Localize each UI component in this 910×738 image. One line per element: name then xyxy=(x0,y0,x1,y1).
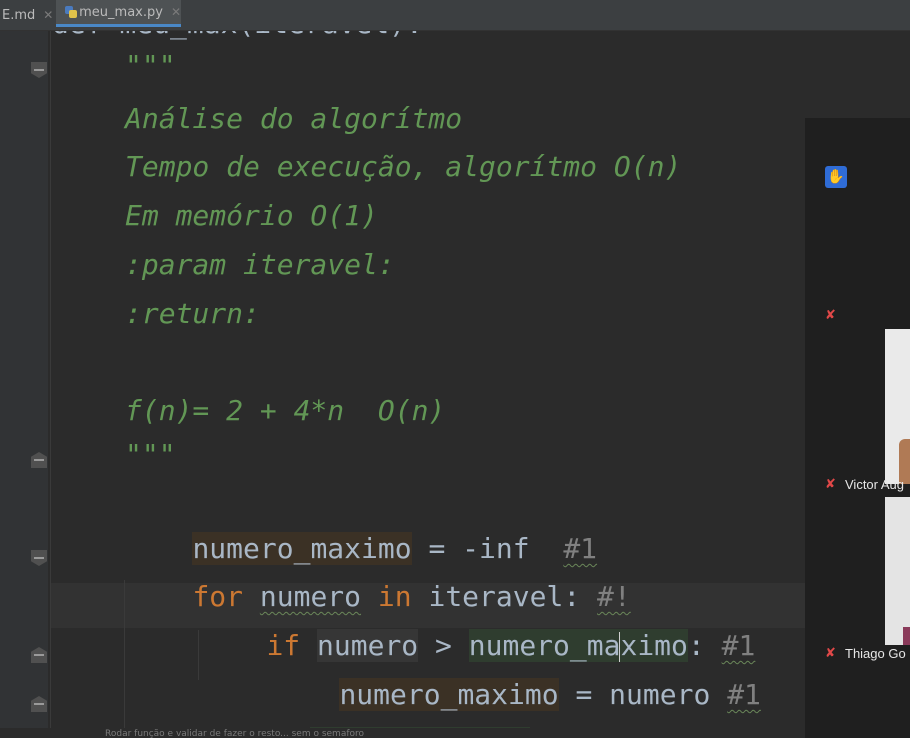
code-line-return[interactable]: return numero_maximo #1 xyxy=(125,684,580,738)
bottom-hint: Rodar função e validar de fazer o resto.… xyxy=(0,728,805,738)
code-line-for[interactable]: for numero in iteravel: #! xyxy=(125,537,630,613)
doc-line[interactable]: Em memório O(1) xyxy=(125,196,378,236)
comment-token: #1 xyxy=(727,678,761,711)
participant-name: Thiago Go xyxy=(845,646,906,661)
doc-line[interactable]: f(n)= 2 + 4*n O(n) xyxy=(125,391,445,431)
code-line-assign[interactable]: numero_maximo = -inf #1 xyxy=(125,489,597,565)
doc-line[interactable]: :param iteravel: xyxy=(125,245,395,285)
tab-bar: E.md ✕ meu_max.py ✕ xyxy=(0,0,910,31)
docstring-open[interactable]: """ xyxy=(125,46,176,86)
participant-video[interactable] xyxy=(885,329,910,484)
editor-gutter[interactable] xyxy=(0,31,48,738)
raise-hand-icon[interactable]: ✋ xyxy=(825,166,847,188)
close-icon[interactable]: ✕ xyxy=(43,8,53,22)
editor[interactable]: def meu_max(iteravel): """ Análise do al… xyxy=(0,0,805,738)
bottom-hint-text: Rodar função e validar de fazer o resto.… xyxy=(105,729,365,738)
tab-label: meu_max.py xyxy=(79,4,163,20)
gutter-divider xyxy=(50,31,51,738)
code-line-if[interactable]: if numero > numero_maximo: #1 xyxy=(199,586,755,662)
muted-mic-icon: ✘ xyxy=(825,308,836,323)
tab-readme[interactable]: E.md ✕ xyxy=(0,0,54,30)
value-token: numero xyxy=(609,678,711,711)
tab-label: E.md xyxy=(2,7,36,23)
doc-line[interactable]: Análise do algorítmo xyxy=(125,99,462,139)
participant-name: Victor Aug xyxy=(845,477,905,492)
python-file-icon xyxy=(64,5,77,19)
muted-mic-icon: ✘ xyxy=(825,646,836,661)
tab-meu-max[interactable]: meu_max.py ✕ xyxy=(56,0,181,27)
code-line-update[interactable]: numero_maximo = numero #1 xyxy=(272,635,761,711)
participant-video[interactable] xyxy=(885,497,910,645)
docstring-close[interactable]: """ xyxy=(125,435,176,475)
doc-line[interactable]: :return: xyxy=(125,294,260,334)
close-icon[interactable]: ✕ xyxy=(171,5,181,19)
muted-mic-icon: ✘ xyxy=(825,477,836,492)
doc-line[interactable]: Tempo de execução, algorítmo O(n) xyxy=(125,147,681,187)
